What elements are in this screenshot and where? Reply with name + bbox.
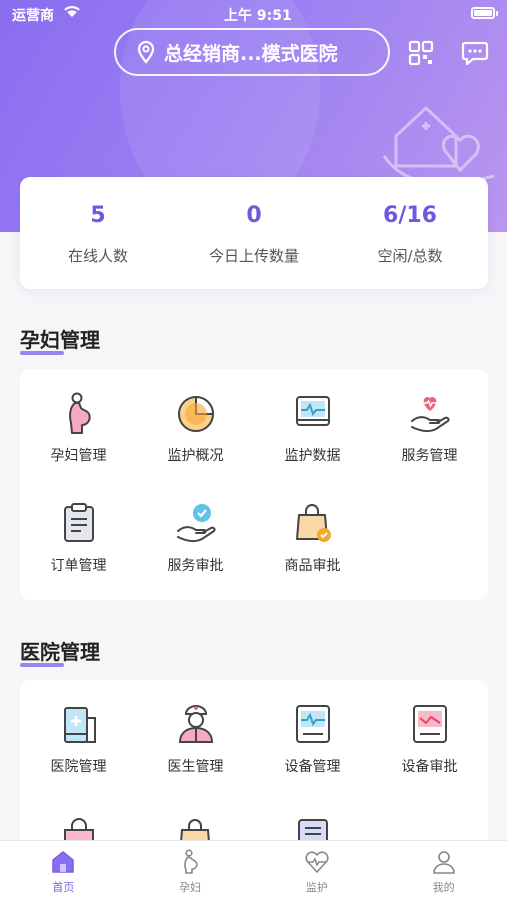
grid-item-service-approve[interactable]: 服务审批 xyxy=(137,501,254,575)
stat-value: 0 xyxy=(246,203,262,228)
grid-item-label: 医生管理 xyxy=(167,759,224,775)
tab-profile[interactable]: 我的 xyxy=(380,841,507,900)
doctor-icon xyxy=(178,705,213,743)
stat-idle-total[interactable]: 6/16 空闲/总数 xyxy=(332,177,488,289)
stat-uploads-today[interactable]: 0 今日上传数量 xyxy=(176,177,332,289)
tab-label: 我的 xyxy=(432,881,455,894)
bag-check-icon xyxy=(295,504,331,542)
stat-online[interactable]: 5 在线人数 xyxy=(20,177,176,289)
section-title-hospital: 医院管理 xyxy=(20,636,100,667)
device-monitor-icon xyxy=(295,705,330,743)
grid-item-monitor-data[interactable]: 监护数据 xyxy=(254,391,371,465)
tab-label: 首页 xyxy=(52,881,75,894)
stat-label: 在线人数 xyxy=(67,247,128,265)
grid-item-product-approve[interactable]: 商品审批 xyxy=(254,501,371,575)
qr-scan-icon[interactable] xyxy=(408,40,434,66)
grid-item-label: 监护数据 xyxy=(284,448,341,464)
tab-monitor[interactable]: 监护 xyxy=(254,841,381,900)
carrier-label: 运营商 xyxy=(12,8,54,24)
hospital-building-icon xyxy=(63,707,96,743)
pregnant-icon xyxy=(184,849,198,874)
grid-item-order-manage[interactable]: 订单管理 xyxy=(20,501,137,575)
grid-item-device-approve[interactable]: 设备审批 xyxy=(371,702,488,776)
pregnant-woman-icon xyxy=(68,392,91,434)
hand-check-icon xyxy=(176,504,216,543)
location-selector[interactable]: 总经销商...模式医院 xyxy=(114,28,390,76)
tab-label: 监护 xyxy=(305,881,328,894)
grid-item-label: 设备管理 xyxy=(284,759,341,775)
message-icon[interactable] xyxy=(461,40,489,66)
grid-item-label: 服务管理 xyxy=(401,448,458,464)
device-approve-icon xyxy=(412,705,447,743)
location-label: 总经销商...模式医院 xyxy=(164,42,338,65)
grid-item-label: 孕妇管理 xyxy=(50,448,107,464)
wifi-icon xyxy=(64,6,80,17)
section-title-pregnant: 孕妇管理 xyxy=(20,324,100,355)
stat-label: 空闲/总数 xyxy=(377,247,443,265)
tab-pregnant[interactable]: 孕妇 xyxy=(127,841,254,900)
grid-item-hospital-manage[interactable]: 医院管理 xyxy=(20,702,137,776)
tab-label: 孕妇 xyxy=(179,881,202,894)
stat-value: 6/16 xyxy=(383,203,437,228)
stat-label: 今日上传数量 xyxy=(208,247,299,265)
grid-item-label: 医院管理 xyxy=(50,759,107,775)
hand-heart-icon xyxy=(410,397,450,433)
pregnant-grid-card: 孕妇管理 监护概况 监护数据 服务管理 订单管理 服务审批 商品审批 xyxy=(20,369,488,600)
grid-item-label: 监护概况 xyxy=(167,448,224,464)
clipboard-icon xyxy=(63,503,94,542)
tab-home[interactable]: 首页 xyxy=(0,841,127,900)
grid-item-doctor-manage[interactable]: 医生管理 xyxy=(137,702,254,776)
status-time: 上午 9:51 xyxy=(224,8,292,24)
grid-item-service-manage[interactable]: 服务管理 xyxy=(371,391,488,465)
grid-item-device-manage[interactable]: 设备管理 xyxy=(254,702,371,776)
heart-monitor-icon xyxy=(305,851,329,873)
bottom-tab-bar: 首页 孕妇 监护 我的 xyxy=(0,840,507,900)
stats-card: 5 在线人数 0 今日上传数量 6/16 空闲/总数 xyxy=(20,177,488,289)
monitor-data-icon xyxy=(295,396,330,426)
home-icon xyxy=(52,851,75,873)
grid-item-pregnant-manage[interactable]: 孕妇管理 xyxy=(20,391,137,465)
grid-item-label: 服务审批 xyxy=(167,558,224,574)
stat-value: 5 xyxy=(90,203,106,228)
battery-icon xyxy=(471,7,498,19)
status-bar: 运营商 上午 9:51 xyxy=(0,0,507,28)
grid-item-label: 设备审批 xyxy=(401,759,458,775)
grid-item-monitor-overview[interactable]: 监护概况 xyxy=(137,391,254,465)
user-icon xyxy=(432,851,455,874)
location-pin-icon xyxy=(137,40,155,64)
grid-item-label: 订单管理 xyxy=(50,558,107,574)
grid-item-label: 商品审批 xyxy=(284,558,341,574)
pie-chart-icon xyxy=(177,395,214,432)
hospital-grid-card: 医院管理 医生管理 设备管理 设备审批 xyxy=(20,680,488,860)
